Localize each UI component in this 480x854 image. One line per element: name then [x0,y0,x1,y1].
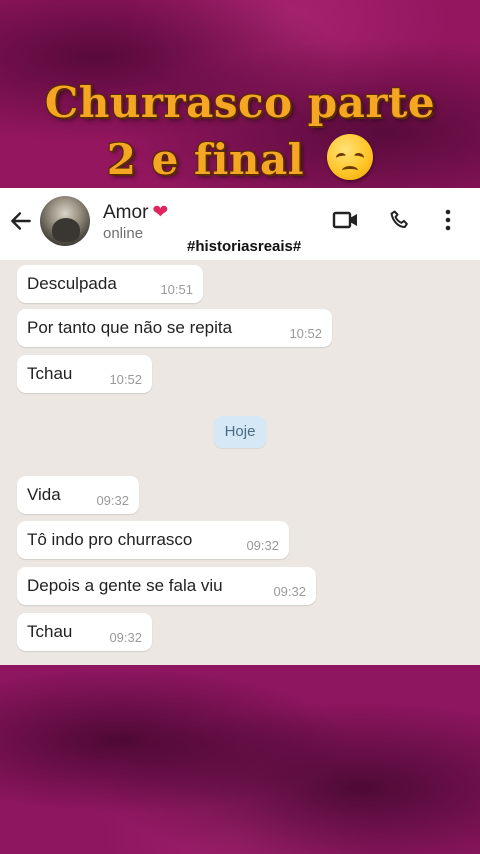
heart-icon: ❤ [152,202,169,223]
message-time: 09:32 [273,584,306,599]
message-text: Por tanto que não se repita [27,318,233,337]
chat-screenshot: Amor ❤ online #historiasreais# Desculpada… [0,188,480,665]
contact-status: online [103,225,144,242]
message-text: Depois a gente se fala viu [27,576,223,595]
avatar[interactable] [40,196,90,246]
contact-name[interactable]: Amor ❤ [103,201,168,224]
chat-header: Amor ❤ online #historiasreais# [0,188,480,260]
message-text: Desculpada [27,274,117,293]
message-bubble[interactable]: Tchau 10:52 [17,355,152,393]
message-text: Vida [27,485,61,504]
bottom-background [0,665,480,854]
message-text: Tô indo pro churrasco [27,530,193,549]
disappointed-face-icon [327,134,374,180]
date-separator: Hoje [214,416,266,448]
message-time: 10:52 [289,326,322,341]
message-bubble[interactable]: Depois a gente se fala viu 09:32 [17,567,316,605]
overlay-title-text-2: 2 e final [106,135,305,184]
message-time: 09:32 [109,630,142,645]
message-bubble[interactable]: Por tanto que não se repita 10:52 [17,309,332,347]
overlay-title-text-1: Churrasco parte [44,78,436,127]
voice-call-icon[interactable] [388,208,412,232]
back-arrow-icon[interactable] [8,208,34,234]
message-time: 09:32 [96,493,129,508]
more-options-icon[interactable] [444,208,452,232]
message-bubble[interactable]: Vida 09:32 [17,476,139,514]
message-time: 10:51 [160,282,193,297]
message-text: Tchau [27,622,73,641]
message-text: Tchau [27,364,73,383]
video-call-icon[interactable] [332,208,360,232]
message-time: 09:32 [246,538,279,553]
message-bubble[interactable]: Tô indo pro churrasco 09:32 [17,521,289,559]
overlay-title-line2: 2 e final [0,134,480,184]
message-bubble[interactable]: Tchau 09:32 [17,613,152,651]
hashtag-overlay: #historiasreais# [187,238,302,255]
overlay-title-line1: Churrasco parte [0,78,480,127]
contact-name-text: Amor [103,202,149,223]
message-bubble[interactable]: Desculpada 10:51 [17,265,203,303]
message-time: 10:52 [109,372,142,387]
